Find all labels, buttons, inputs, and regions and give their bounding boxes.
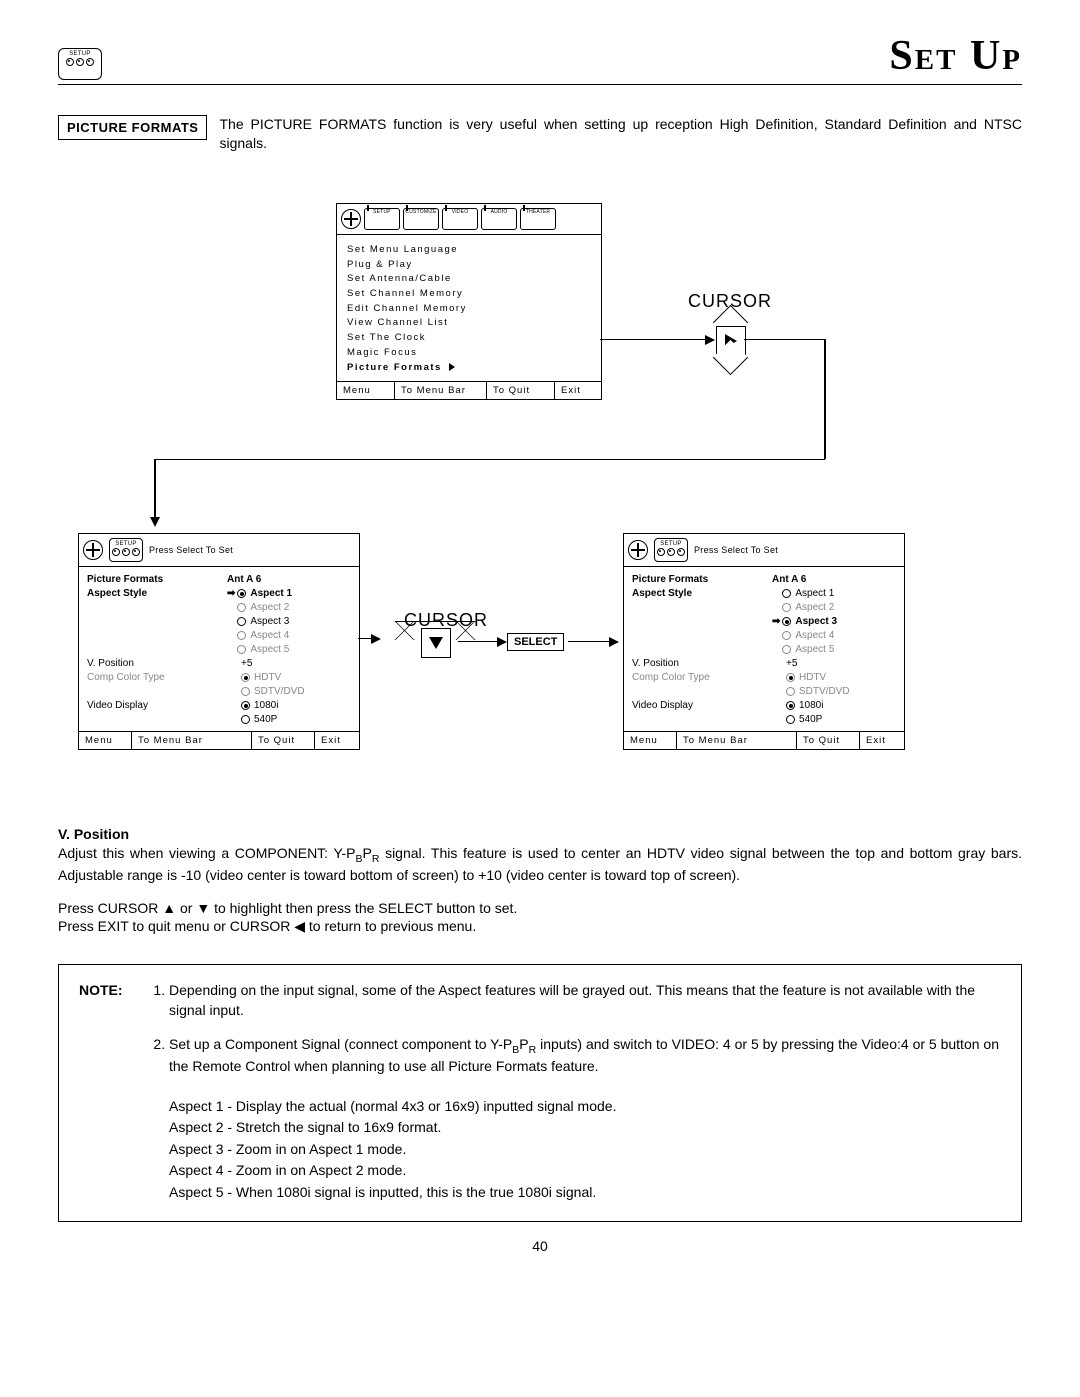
note-box: NOTE: Depending on the input signal, som… — [58, 964, 1022, 1221]
aspect-def: Aspect 4 - Zoom in on Aspect 2 mode. — [169, 1161, 1001, 1181]
osd2-topbar: SETUP Press Select To Set — [79, 534, 359, 567]
aspect-def: Aspect 1 - Display the actual (normal 4x… — [169, 1097, 1001, 1117]
setup-badge-label: SETUP — [69, 51, 91, 57]
vposition-section: V. Position Adjust this when viewing a C… — [58, 825, 1022, 937]
footer-menu: Menu — [624, 732, 677, 749]
setup-mini-badge: SETUP — [654, 538, 688, 562]
page-title: Set Up — [889, 32, 1022, 80]
footer-menu: Menu — [337, 382, 395, 399]
osd2-footer: Menu To Menu Bar To Quit Exit — [79, 731, 359, 749]
nav-pad-icon — [628, 540, 648, 560]
select-button[interactable]: SELECT — [507, 633, 564, 651]
note-item-2: Set up a Component Signal (connect compo… — [169, 1035, 1001, 1077]
vposition-heading: V. Position — [58, 825, 1022, 844]
setup-badge-icon: SETUP — [58, 48, 102, 80]
vposition-instruction-2: Press EXIT to quit menu or CURSOR ◀ to r… — [58, 917, 1022, 936]
footer-menu: Menu — [79, 732, 132, 749]
footer-quit: To Quit — [252, 732, 315, 749]
vposition-paragraph: Adjust this when viewing a COMPONENT: Y-… — [58, 844, 1022, 885]
tab-audio: AUDIO — [481, 208, 517, 230]
nav-pad-icon — [83, 540, 103, 560]
tab-video: VIDEO — [442, 208, 478, 230]
note-label: NOTE: — [79, 981, 149, 1090]
triangle-down-icon — [429, 637, 443, 649]
nav-pad-icon — [341, 209, 361, 229]
cursor-down-button[interactable] — [421, 628, 451, 658]
osd-setup-body: Set Menu Language Plug & Play Set Antenn… — [337, 235, 601, 381]
tab-setup: SETUP — [364, 208, 400, 230]
footer-menubar: To Menu Bar — [132, 732, 252, 749]
aspect-def: Aspect 3 - Zoom in on Aspect 1 mode. — [169, 1140, 1001, 1160]
menu-item: Set Channel Memory — [347, 287, 591, 302]
osd-picture-formats-left: SETUP Press Select To Set Picture Format… — [78, 533, 360, 750]
footer-menubar: To Menu Bar — [395, 382, 487, 399]
menu-item: View Channel List — [347, 316, 591, 331]
note-item-1: Depending on the input signal, some of t… — [169, 981, 1001, 1020]
footer-exit: Exit — [555, 382, 601, 399]
aspect-def: Aspect 5 - When 1080i signal is inputted… — [169, 1183, 1001, 1203]
footer-exit: Exit — [315, 732, 359, 749]
footer-exit: Exit — [860, 732, 904, 749]
arrow-right-icon — [449, 363, 455, 371]
tab-customize: CUSTOMIZE — [403, 208, 439, 230]
menu-item-picture-formats: Picture Formats — [347, 361, 591, 376]
menu-item: Plug & Play — [347, 258, 591, 273]
footer-menubar: To Menu Bar — [677, 732, 797, 749]
footer-quit: To Quit — [487, 382, 555, 399]
footer-quit: To Quit — [797, 732, 860, 749]
vposition-instruction-1: Press CURSOR ▲ or ▼ to highlight then pr… — [58, 899, 1022, 918]
osd-setup-menu: SETUP CUSTOMIZE VIDEO AUDIO THEATER Set … — [336, 203, 602, 400]
menu-item: Magic Focus — [347, 346, 591, 361]
osd2-footer: Menu To Menu Bar To Quit Exit — [624, 731, 904, 749]
picture-formats-label: PICTURE FORMATS — [58, 115, 207, 140]
intro-row: PICTURE FORMATS The PICTURE FORMATS func… — [58, 115, 1022, 153]
page-number: 40 — [58, 1238, 1022, 1254]
tab-theater: THEATER — [520, 208, 556, 230]
menu-item: Edit Channel Memory — [347, 302, 591, 317]
press-select-text: Press Select To Set — [149, 545, 233, 555]
intro-text: The PICTURE FORMATS function is very use… — [219, 115, 1022, 153]
setup-mini-badge: SETUP — [109, 538, 143, 562]
diagram: SETUP CUSTOMIZE VIDEO AUDIO THEATER Set … — [58, 203, 1022, 803]
aspect-definitions: Aspect 1 - Display the actual (normal 4x… — [169, 1097, 1001, 1203]
menu-item: Set Antenna/Cable — [347, 272, 591, 287]
menu-item: Set Menu Language — [347, 243, 591, 258]
osd-picture-formats-right: SETUP Press Select To Set Picture Format… — [623, 533, 905, 750]
osd2-topbar: SETUP Press Select To Set — [624, 534, 904, 567]
osd-tab-bar: SETUP CUSTOMIZE VIDEO AUDIO THEATER — [337, 204, 601, 235]
menu-item: Set The Clock — [347, 331, 591, 346]
press-select-text: Press Select To Set — [694, 545, 778, 555]
page-header: SETUP Set Up — [58, 32, 1022, 85]
osd-footer: Menu To Menu Bar To Quit Exit — [337, 381, 601, 399]
aspect-def: Aspect 2 - Stretch the signal to 16x9 fo… — [169, 1118, 1001, 1138]
